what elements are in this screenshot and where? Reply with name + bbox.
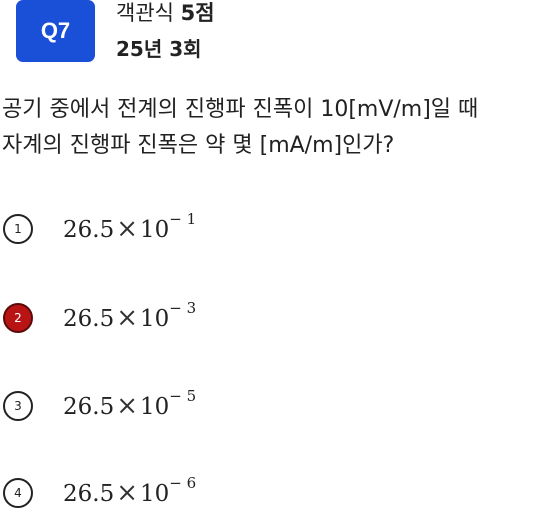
option-1-formula: 26.5×10− 1 xyxy=(63,210,196,244)
option-1-times: × xyxy=(116,214,139,244)
option-2-exponent: − 3 xyxy=(169,299,197,318)
question-score: 5점 xyxy=(180,1,215,25)
option-2-number-circle[interactable]: 2 xyxy=(3,303,33,333)
option-2-formula: 26.5×10− 3 xyxy=(63,299,196,333)
question-number-badge: Q7 xyxy=(16,0,95,62)
option-1-number-circle[interactable]: 1 xyxy=(3,214,33,244)
option-3[interactable]: 3 26.5×10− 5 xyxy=(3,387,196,421)
option-4-times: × xyxy=(116,478,139,508)
option-3-number: 3 xyxy=(14,399,22,413)
option-2-base: 10 xyxy=(140,306,170,332)
option-3-times: × xyxy=(116,391,139,421)
option-1-exponent: − 1 xyxy=(169,210,197,229)
question-type-label: 객관식 xyxy=(116,1,174,25)
option-3-formula: 26.5×10− 5 xyxy=(63,387,196,421)
option-3-exponent: − 5 xyxy=(169,387,197,406)
option-4-exponent: − 6 xyxy=(169,474,197,493)
option-1[interactable]: 1 26.5×10− 1 xyxy=(3,210,196,244)
question-type: 객관식 5점 xyxy=(116,0,215,26)
option-4-formula: 26.5×10− 6 xyxy=(63,474,196,508)
question-line-2: 자계의 진행파 진폭은 약 몇 [mA/m]인가? xyxy=(2,133,395,158)
exam-round: 25년 3회 xyxy=(116,37,202,61)
option-4[interactable]: 4 26.5×10− 6 xyxy=(3,474,196,508)
option-2-mantissa: 26.5 xyxy=(63,306,115,332)
option-2[interactable]: 2 26.5×10− 3 xyxy=(3,299,196,333)
question-number: Q7 xyxy=(40,18,71,43)
question-text: 공기 중에서 전계의 진행파 진폭이 10[mV/m]일 때 자계의 진행파 진… xyxy=(2,92,558,164)
option-1-number: 1 xyxy=(14,222,22,236)
option-3-base: 10 xyxy=(140,394,170,420)
option-3-number-circle[interactable]: 3 xyxy=(3,391,33,421)
option-4-number: 4 xyxy=(14,486,22,500)
option-3-mantissa: 26.5 xyxy=(63,394,115,420)
option-4-base: 10 xyxy=(140,481,170,507)
option-4-number-circle[interactable]: 4 xyxy=(3,478,33,508)
question-line-1: 공기 중에서 전계의 진행파 진폭이 10[mV/m]일 때 xyxy=(2,97,479,122)
option-1-base: 10 xyxy=(140,217,170,243)
question-meta: 객관식 5점 25년 3회 xyxy=(116,0,215,62)
option-2-times: × xyxy=(116,303,139,333)
option-1-mantissa: 26.5 xyxy=(63,217,115,243)
option-4-mantissa: 26.5 xyxy=(63,481,115,507)
question-card: Q7 객관식 5점 25년 3회 공기 중에서 전계의 진행파 진폭이 10[m… xyxy=(0,0,560,513)
option-2-number: 2 xyxy=(14,311,22,325)
